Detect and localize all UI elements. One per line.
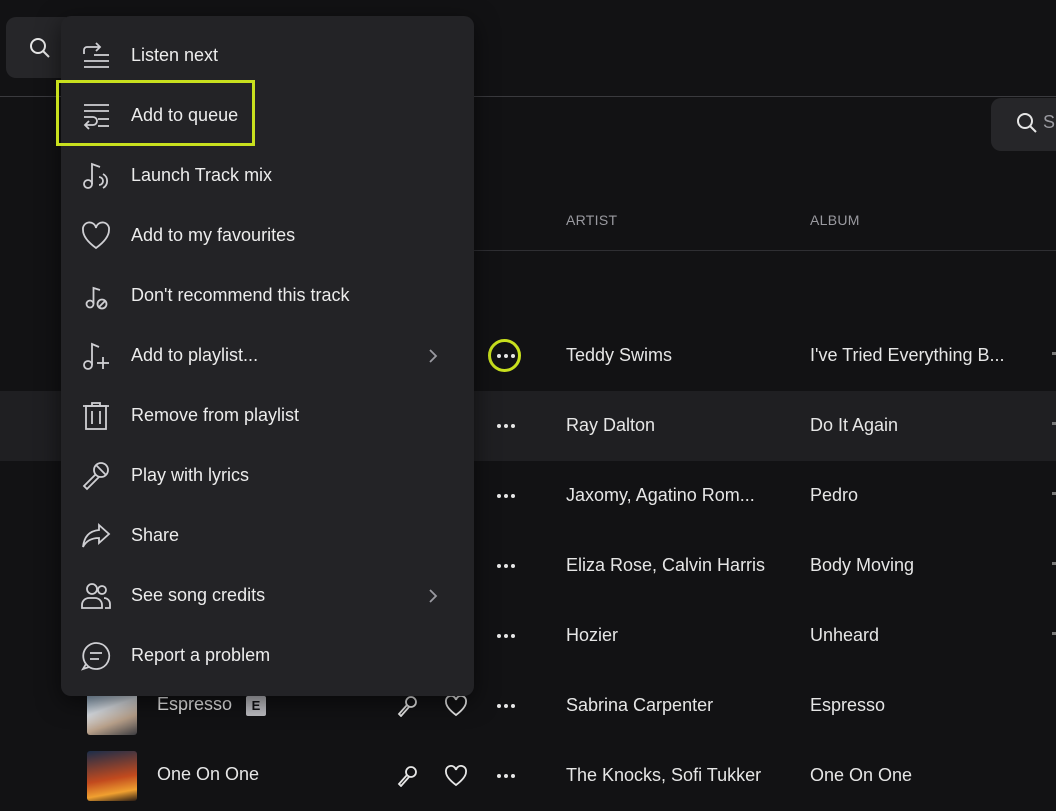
trash-icon xyxy=(83,402,109,430)
track-album[interactable]: Espresso xyxy=(810,695,885,716)
track-album[interactable]: One On One xyxy=(810,765,912,786)
more-options-highlight-ring xyxy=(488,339,521,372)
track-album[interactable]: Body Moving xyxy=(810,555,914,576)
menu-item-listen-next[interactable]: Listen next xyxy=(61,26,474,86)
add-to-queue-highlight-box xyxy=(56,80,255,146)
menu-item-label: Add to my favourites xyxy=(131,225,296,245)
track-artist[interactable]: Jaxomy, Agatino Rom... xyxy=(566,485,755,506)
heart-icon[interactable] xyxy=(444,695,468,717)
row-edge xyxy=(1052,492,1056,495)
row-edge xyxy=(1052,632,1056,635)
credits-icon xyxy=(81,583,111,609)
menu-item-launch-track-mix[interactable]: Launch Track mix xyxy=(61,146,474,206)
track-album[interactable]: I've Tried Everything B... xyxy=(810,345,1005,366)
row-edge xyxy=(1052,352,1056,355)
header-divider xyxy=(470,250,1056,251)
column-header-artist[interactable]: ARTIST xyxy=(566,212,617,228)
menu-item-label: Play with lyrics xyxy=(131,465,250,485)
track-album[interactable]: Pedro xyxy=(810,485,858,506)
table-row[interactable]: One On One The Knocks, Sofi Tukker One O… xyxy=(0,741,1056,811)
track-album[interactable]: Do It Again xyxy=(810,415,898,436)
lyrics-icon[interactable] xyxy=(396,695,418,717)
menu-item-label: Launch Track mix xyxy=(131,165,273,185)
menu-item-label: Report a problem xyxy=(131,645,271,665)
menu-item-label: Add to playlist... xyxy=(131,345,259,365)
share-icon xyxy=(82,522,111,548)
lyrics-icon[interactable] xyxy=(396,765,418,787)
track-artist[interactable]: Teddy Swims xyxy=(566,345,672,366)
album-cover[interactable] xyxy=(87,751,137,801)
heart-icon[interactable] xyxy=(444,765,468,787)
track-mix-icon xyxy=(83,162,109,189)
explicit-badge: E xyxy=(246,696,266,716)
menu-item-add-to-favourites[interactable]: Add to my favourites xyxy=(61,206,474,266)
search-icon xyxy=(1017,113,1037,133)
report-icon xyxy=(80,642,111,671)
track-album[interactable]: Unheard xyxy=(810,625,879,646)
playlist-search-field[interactable]: S xyxy=(991,98,1056,151)
track-artist[interactable]: Hozier xyxy=(566,625,618,646)
row-edge xyxy=(1052,562,1056,565)
track-title[interactable]: Espresso xyxy=(157,694,232,715)
track-artist[interactable]: Eliza Rose, Calvin Harris xyxy=(566,555,765,576)
column-header-album[interactable]: ALBUM xyxy=(810,212,860,228)
menu-item-remove-from-playlist[interactable]: Remove from playlist xyxy=(61,386,474,446)
more-options-icon[interactable] xyxy=(495,486,517,506)
track-artist[interactable]: The Knocks, Sofi Tukker xyxy=(566,765,761,786)
menu-item-play-with-lyrics[interactable]: Play with lyrics xyxy=(61,446,474,506)
search-icon xyxy=(30,38,50,58)
heart-icon xyxy=(82,221,110,250)
menu-item-label: See song credits xyxy=(131,585,266,605)
menu-item-add-to-playlist[interactable]: Add to playlist... xyxy=(61,326,474,386)
search-placeholder: S xyxy=(1043,112,1056,132)
add-to-playlist-icon xyxy=(83,342,109,370)
chevron-right-icon xyxy=(429,589,438,603)
more-options-icon[interactable] xyxy=(495,416,517,436)
more-options-icon[interactable] xyxy=(495,556,517,576)
more-options-icon[interactable] xyxy=(495,696,517,716)
dont-recommend-icon xyxy=(85,286,108,310)
more-options-icon[interactable] xyxy=(495,766,517,786)
menu-item-label: Share xyxy=(131,525,180,545)
menu-item-report-a-problem[interactable]: Report a problem xyxy=(61,626,474,686)
track-artist[interactable]: Ray Dalton xyxy=(566,415,655,436)
row-edge xyxy=(1052,422,1056,425)
menu-item-label: Don't recommend this track xyxy=(131,285,350,305)
menu-item-see-song-credits[interactable]: See song credits xyxy=(61,566,474,626)
listen-next-icon xyxy=(83,42,109,68)
track-artist[interactable]: Sabrina Carpenter xyxy=(566,695,713,716)
menu-item-dont-recommend[interactable]: Don't recommend this track xyxy=(61,266,474,326)
global-search-button[interactable] xyxy=(6,17,66,78)
chevron-right-icon xyxy=(429,349,438,363)
menu-item-share[interactable]: Share xyxy=(61,506,474,566)
menu-item-label: Listen next xyxy=(131,45,219,65)
menu-item-label: Remove from playlist xyxy=(131,405,300,425)
microphone-icon xyxy=(82,462,109,491)
more-options-icon[interactable] xyxy=(495,626,517,646)
